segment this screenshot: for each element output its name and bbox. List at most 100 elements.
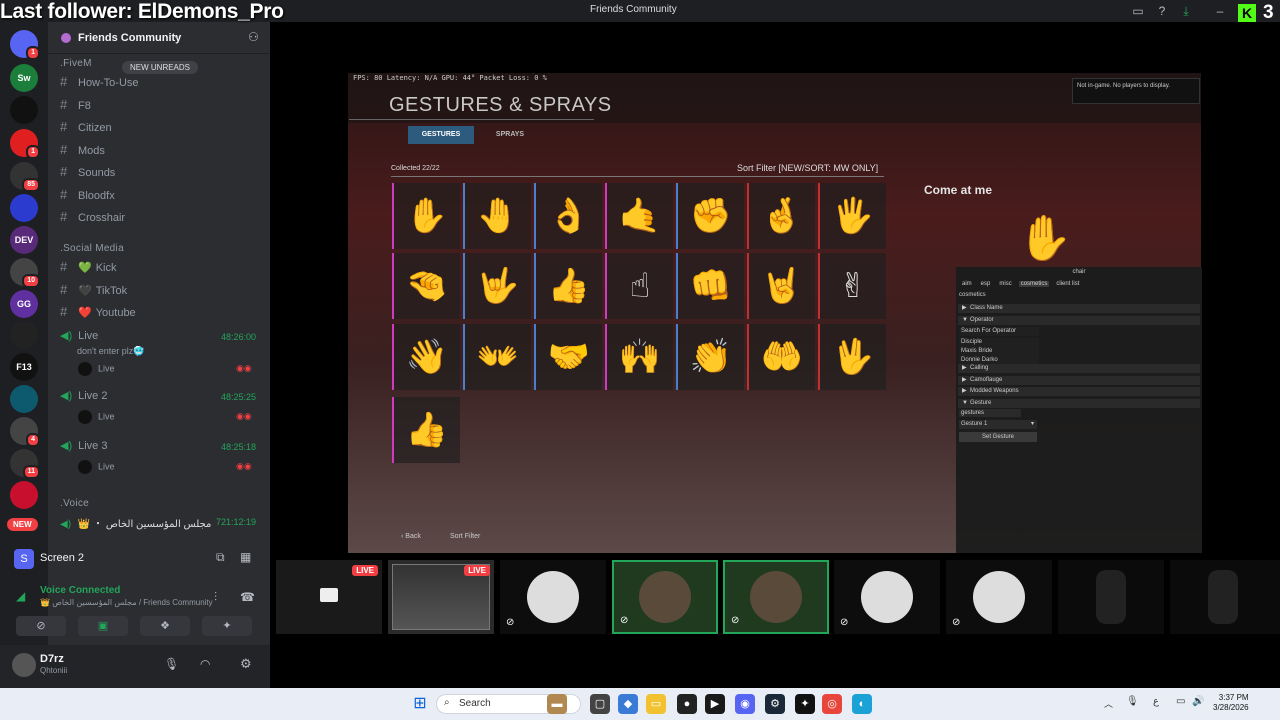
gesture-cell[interactable]: 👌 [534,183,602,249]
minimize-icon[interactable]: – [1212,3,1228,19]
chrome-icon[interactable]: ◎ [822,694,842,714]
noise-suppression-icon[interactable]: ⫶ [214,590,217,605]
gesture-cell[interactable]: ✋ [392,183,460,249]
stream-thumbnail[interactable]: ⊘ [612,560,718,634]
category-fivem[interactable]: .FiveM [60,58,92,69]
game-app-icon[interactable]: ✦ [795,694,815,714]
text-channel[interactable]: # Bloodfx [60,185,260,205]
category-social-media[interactable]: .Social Media [60,243,124,254]
username[interactable]: D7rz [40,653,64,665]
inbox-icon[interactable]: ▭ [1130,3,1146,19]
app-icon[interactable]: ◆ [618,694,638,714]
windows-start-icon[interactable]: ⊞ [410,694,430,714]
avatar[interactable] [12,653,36,677]
tab-sprays[interactable]: SPRAYS [490,126,530,144]
menu-row[interactable]: ▼ Gesture [958,399,1200,408]
set-gesture-button[interactable]: Set Gesture [959,432,1037,442]
gesture-cell[interactable]: 🤲 [747,324,815,390]
tray-mic-icon[interactable]: 🎙 [1126,696,1139,707]
server-icon[interactable] [10,96,38,124]
text-channel[interactable]: # Sounds [60,162,260,182]
menu-row[interactable]: ▶ Calling [958,364,1200,373]
menu-row[interactable]: ▼ Operator [958,316,1200,325]
text-channel[interactable]: # Crosshair [60,207,260,227]
steam-icon[interactable]: ⚙ [765,694,785,714]
edge-icon[interactable]: ◐ [852,694,872,714]
server-icon[interactable]: 1 [10,129,40,159]
text-channel[interactable]: # F8 [60,95,260,115]
menu-tab[interactable]: aim [960,281,974,287]
activities-button[interactable]: ❖ [140,616,190,636]
gesture-cell[interactable]: 🖐 [818,183,886,249]
gesture-cell[interactable]: ☝ [605,253,673,319]
server-icon[interactable] [10,321,38,349]
stream-thumbnail[interactable]: ⊘ [834,560,940,634]
sort-filter-label[interactable]: Sort Filter [NEW/SORT: MW ONLY] [737,163,878,173]
voice-channel[interactable]: ◀) Live 3 [60,436,200,456]
menu-tab[interactable]: esp [979,281,993,287]
voice-member[interactable]: Live [78,362,115,376]
text-channel[interactable]: # How-To-Use [60,72,260,92]
widget-icon[interactable]: ▬ [547,694,567,714]
menu-row[interactable]: Disciple [959,338,1039,347]
terminal-icon[interactable]: ▶ [705,694,725,714]
gesture-cell[interactable]: 👏 [676,324,744,390]
stream-thumbnail[interactable] [1058,560,1164,634]
disconnect-icon[interactable]: ☎ [240,590,255,604]
stream-thumbnail[interactable]: LIVE [276,560,382,634]
gesture-cell[interactable]: 🤟 [463,253,531,319]
tray-chevron-icon[interactable]: ︿ [1104,697,1113,710]
discord-icon[interactable]: ◉ [735,694,755,714]
taskbar-clock[interactable]: 3:37 PM 3/28/2026 [1213,693,1249,713]
menu-tab[interactable]: misc [997,281,1013,287]
menu-row[interactable]: ▶ Class Name [958,304,1200,313]
menu-tab[interactable]: cosmetics [1018,281,1050,287]
gesture-cell[interactable]: 👋 [392,324,460,390]
volume-icon[interactable]: 🔊 [1192,696,1204,707]
new-unreads-pill[interactable]: NEW [7,518,38,531]
menu-row[interactable]: ▶ Camoflauge [958,376,1200,385]
text-channel[interactable]: # Mods [60,140,260,160]
language-indicator[interactable]: ع [1153,696,1159,707]
gesture-cell[interactable]: ✌ [818,253,886,319]
server-icon[interactable]: F13 [10,353,38,381]
voice-member[interactable]: Live [78,410,115,424]
gesture-cell[interactable]: 🙌 [605,324,673,390]
add-member-icon[interactable]: ⚇ [248,30,259,44]
tab-gestures[interactable]: GESTURES [408,126,474,144]
server-icon[interactable]: 1 [10,30,40,60]
gesture-cell[interactable]: ✊ [676,183,744,249]
gesture-cell[interactable]: 🖖 [818,324,886,390]
screen-share-button[interactable]: ▣ [78,616,128,636]
server-icon[interactable] [10,194,38,222]
stream-thumbnail[interactable]: ⊘ [500,560,606,634]
category-voice[interactable]: .Voice [60,498,89,509]
popout-icon[interactable]: ⧉ [216,550,225,565]
server-icon[interactable]: 10 [10,258,40,288]
menu-row[interactable]: Maxis Bride [959,347,1039,356]
server-icon[interactable]: 85 [10,162,40,192]
server-icon[interactable]: Sw [10,64,38,92]
voice-channel[interactable]: ◀) Live [60,326,200,346]
file-explorer-icon[interactable]: ▭ [646,694,666,714]
server-icon[interactable] [10,481,38,509]
server-icon[interactable]: GG [10,290,38,318]
settings-gear-icon[interactable]: ⚙ [240,656,252,672]
gesture-select[interactable]: Gesture 1 ▾ [959,420,1037,429]
stream-thumbnail[interactable] [1170,560,1280,634]
headphones-icon[interactable]: ◠ [200,657,210,671]
social-channel[interactable]: # 💚 Kick [60,257,260,277]
back-button[interactable]: ‹ Back [401,533,421,540]
stream-thumbnail[interactable]: ⊘ [723,560,829,634]
gesture-cell[interactable]: 🤞 [747,183,815,249]
soundboard-button[interactable]: ✦ [202,616,252,636]
guild-name[interactable]: Friends Community [78,32,181,44]
help-icon[interactable]: ? [1154,3,1170,19]
sort-filter-button[interactable]: Sort Filter [450,533,480,540]
gesture-cell[interactable]: 🤙 [605,183,673,249]
gesture-cell[interactable]: 👍 [534,253,602,319]
voice-channel-path[interactable]: 👑 مجلس المؤسسين الخاص / Friends Communit… [40,598,213,607]
stream-thumbnail[interactable]: LIVE [388,560,494,634]
grid-icon[interactable]: ▦ [240,550,251,564]
server-icon[interactable]: 11 [10,449,40,479]
